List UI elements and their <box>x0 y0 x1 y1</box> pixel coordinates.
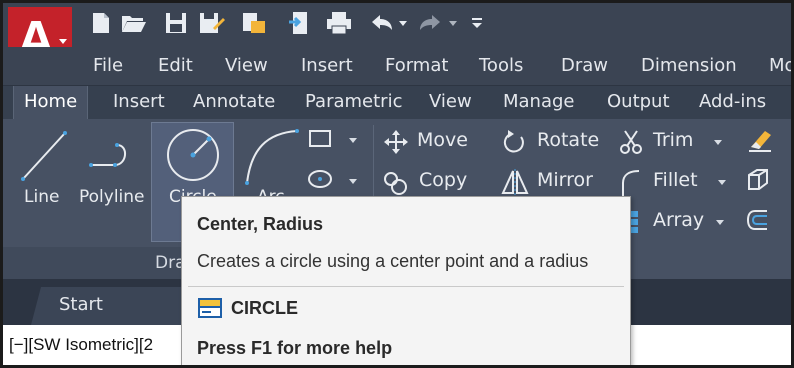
autocad-window: A File Edit View Insert Format Tools Dra… <box>0 0 794 368</box>
rotate-icon <box>503 130 524 153</box>
copy-icon <box>384 172 407 195</box>
ellipse-dropdown-icon[interactable] <box>349 179 357 184</box>
rectangle-dropdown-icon[interactable] <box>349 138 357 143</box>
erase-button[interactable] <box>747 127 777 157</box>
open-icon[interactable] <box>119 10 149 36</box>
eraser-icon <box>749 131 771 152</box>
copy-label: Copy <box>419 169 468 191</box>
tab-insert[interactable]: Insert <box>113 86 165 119</box>
arc-button[interactable] <box>241 123 303 189</box>
tooltip-help: Press F1 for more help <box>197 338 393 358</box>
trim-dropdown-icon[interactable] <box>714 140 722 145</box>
polyline-icon <box>89 143 126 167</box>
arc-icon <box>245 129 299 185</box>
tab-view[interactable]: View <box>429 86 472 119</box>
circle-icon <box>167 129 219 181</box>
save-as-icon[interactable] <box>197 10 227 36</box>
cube-icon <box>748 169 768 190</box>
offset-button[interactable] <box>745 207 775 237</box>
new-icon[interactable] <box>89 10 113 36</box>
menu-dimension[interactable]: Dimension <box>641 55 737 76</box>
trim-label: Trim <box>653 129 694 151</box>
menu-format[interactable]: Format <box>385 55 448 76</box>
tooltip-divider <box>188 286 624 287</box>
menu-draw[interactable]: Draw <box>561 55 608 76</box>
menu-tools[interactable]: Tools <box>479 55 523 76</box>
offset-icon <box>746 210 767 230</box>
customize-icon[interactable] <box>469 10 485 36</box>
circle-button[interactable] <box>163 125 223 185</box>
menu-insert[interactable]: Insert <box>301 55 353 76</box>
copy-button[interactable]: Copy <box>383 167 473 197</box>
fillet-icon <box>622 170 640 197</box>
move-label: Move <box>417 129 468 151</box>
line-label[interactable]: Line <box>24 187 59 207</box>
menu-view[interactable]: View <box>225 55 268 76</box>
array-dropdown-icon[interactable] <box>716 220 724 225</box>
polyline-label[interactable]: Polyline <box>79 187 145 207</box>
move-button[interactable]: Move <box>383 127 473 157</box>
mirror-button[interactable]: Mirror <box>501 167 613 197</box>
command-line-icon <box>197 297 223 319</box>
menu-file[interactable]: File <box>93 55 123 76</box>
mirror-label: Mirror <box>537 169 593 191</box>
tooltip-description: Creates a circle using a center point an… <box>197 251 589 271</box>
fillet-button[interactable]: Fillet <box>619 167 719 197</box>
tab-parametric[interactable]: Parametric <box>305 86 402 119</box>
tab-output[interactable]: Output <box>607 86 670 119</box>
ellipse-icon <box>308 170 332 188</box>
share-icon[interactable] <box>285 10 313 36</box>
redo-dropdown-icon[interactable] <box>447 10 459 36</box>
explode-button[interactable] <box>745 167 775 197</box>
mirror-icon <box>501 169 529 195</box>
menu-edit[interactable]: Edit <box>158 55 193 76</box>
rotate-button[interactable]: Rotate <box>503 127 615 157</box>
chevron-down-icon <box>59 39 67 44</box>
rectangle-button[interactable] <box>307 127 351 153</box>
tab-add-ins[interactable]: Add-ins <box>699 86 766 119</box>
rotate-label: Rotate <box>537 129 600 151</box>
menu-modify[interactable]: Mo <box>769 55 791 76</box>
redo-icon[interactable] <box>417 10 443 36</box>
viewport-controls[interactable]: [−][SW Isometric][2 <box>9 335 153 355</box>
move-icon <box>384 130 408 154</box>
trim-icon <box>620 130 642 154</box>
save-icon[interactable] <box>163 10 189 36</box>
menu-bar: File Edit View Insert Format Tools Draw … <box>3 47 791 85</box>
trim-button[interactable]: Trim <box>619 127 709 157</box>
tooltip-title: Center, Radius <box>197 214 324 234</box>
line-icon <box>21 131 67 181</box>
fillet-label: Fillet <box>653 169 698 191</box>
quick-access-toolbar <box>3 3 791 47</box>
rectangle-icon <box>309 130 331 147</box>
line-button[interactable] <box>13 123 73 189</box>
fillet-dropdown-icon[interactable] <box>718 180 726 185</box>
tab-annotate[interactable]: Annotate <box>193 86 275 119</box>
tab-home[interactable]: Home <box>13 86 89 119</box>
ellipse-button[interactable] <box>307 167 351 193</box>
array-label: Array <box>653 209 705 231</box>
undo-dropdown-icon[interactable] <box>397 10 409 36</box>
circle-tooltip: Center, Radius Creates a circle using a … <box>181 196 631 365</box>
undo-icon[interactable] <box>369 10 395 36</box>
tab-manage[interactable]: Manage <box>503 86 575 119</box>
plot-icon[interactable] <box>323 10 355 36</box>
array-button[interactable]: Array <box>627 207 723 237</box>
open-web-icon[interactable] <box>239 10 269 36</box>
polyline-button[interactable] <box>83 123 147 189</box>
tooltip-command: CIRCLE <box>231 298 298 318</box>
start-tab-label: Start <box>59 294 103 315</box>
ribbon-tab-bar: Home Insert Annotate Parametric View Man… <box>3 85 791 119</box>
file-tab-start[interactable]: Start <box>31 287 185 325</box>
